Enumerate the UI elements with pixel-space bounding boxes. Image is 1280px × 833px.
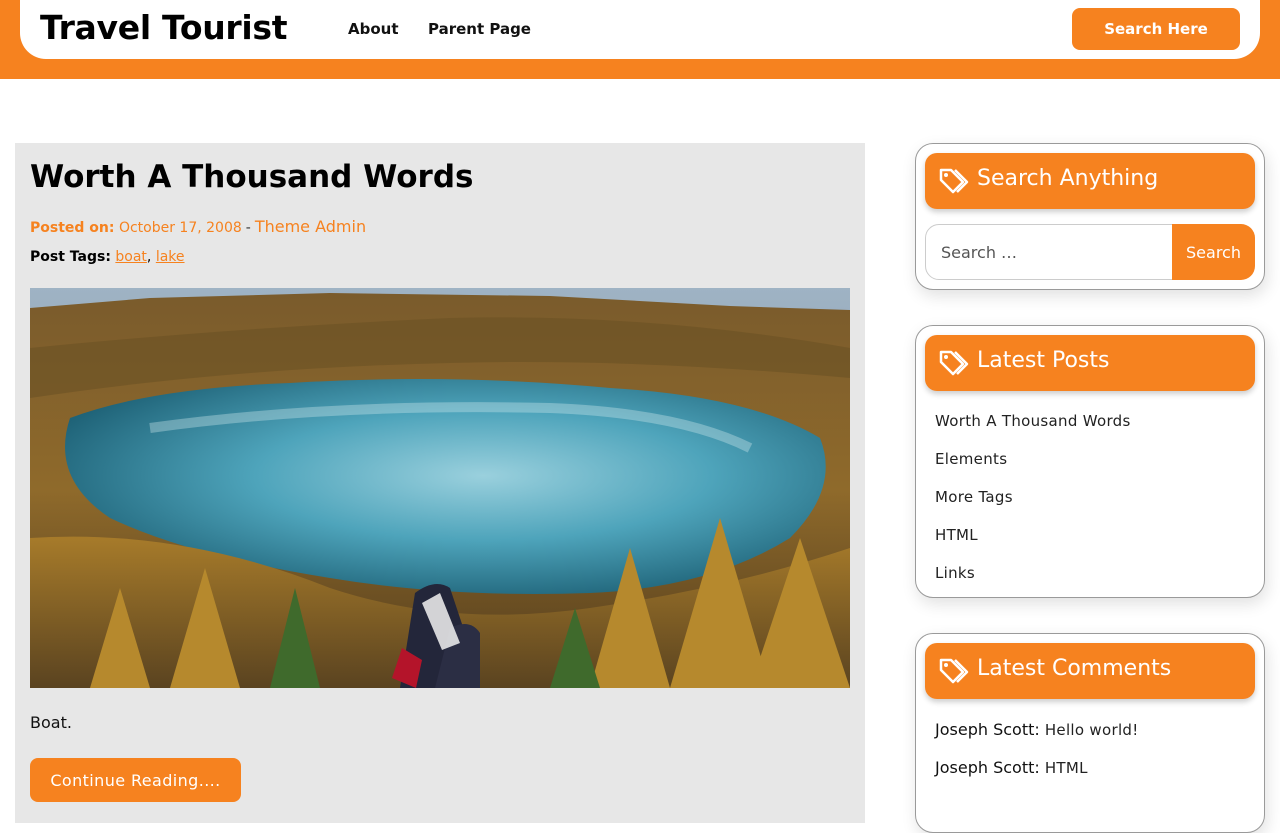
latest-comments-widget: Latest Comments Joseph Scott: Hello worl… [915, 633, 1265, 833]
latest-post-link[interactable]: Links [935, 564, 1131, 602]
comment-post-link[interactable]: HTML [1045, 759, 1088, 777]
post-featured-image[interactable] [30, 288, 850, 688]
latest-post-link[interactable]: Worth A Thousand Words [935, 412, 1131, 450]
latest-comments-title: Latest Comments [977, 656, 1172, 681]
latest-post-link[interactable]: Elements [935, 450, 1131, 488]
site-title[interactable]: Travel Tourist [40, 8, 288, 47]
search-widget-header: Search Anything [925, 153, 1255, 209]
nav-item-about[interactable]: About [348, 20, 399, 38]
tag-link-lake[interactable]: lake [156, 249, 185, 265]
latest-post-link[interactable]: More Tags [935, 488, 1131, 526]
latest-posts-list: Worth A Thousand Words Elements More Tag… [935, 412, 1131, 602]
comment-author: Joseph Scott: [935, 758, 1040, 777]
post-tags: Post Tags: boat, lake [30, 249, 185, 265]
continue-reading-button[interactable]: Continue Reading.... [30, 758, 241, 802]
tag-link-boat[interactable]: boat [115, 249, 147, 265]
comment-item: Joseph Scott: HTML [935, 758, 1139, 796]
latest-comments-list: Joseph Scott: Hello world! Joseph Scott:… [935, 720, 1139, 796]
sidebar-search-input[interactable]: Search … [925, 224, 1173, 280]
post-card: Worth A Thousand Words Posted on: Octobe… [15, 143, 865, 823]
tag-icon [939, 350, 969, 376]
comment-item: Joseph Scott: Hello world! [935, 720, 1139, 758]
post-date[interactable]: October 17, 2008 [119, 220, 242, 236]
site-header: Travel Tourist About Parent Page Search … [20, 0, 1260, 59]
latest-posts-header: Latest Posts [925, 335, 1255, 391]
search-widget-title: Search Anything [977, 166, 1159, 191]
meta-separator: - [245, 220, 251, 236]
post-author[interactable]: Theme Admin [255, 217, 366, 236]
latest-posts-title: Latest Posts [977, 348, 1110, 373]
latest-comments-header: Latest Comments [925, 643, 1255, 699]
search-here-button[interactable]: Search Here [1072, 8, 1240, 50]
search-widget: Search Anything Search … Search [915, 143, 1265, 290]
posted-on-label: Posted on: [30, 220, 115, 236]
comment-author: Joseph Scott: [935, 720, 1040, 739]
post-tags-label: Post Tags: [30, 249, 111, 265]
tag-separator: , [146, 249, 152, 265]
post-meta: Posted on: October 17, 2008- Theme Admin [30, 217, 366, 236]
tag-icon [939, 658, 969, 684]
sidebar-search-button[interactable]: Search [1172, 224, 1255, 280]
latest-post-link[interactable]: HTML [935, 526, 1131, 564]
post-title[interactable]: Worth A Thousand Words [30, 159, 473, 195]
nav-item-parent-page[interactable]: Parent Page [428, 20, 531, 38]
comment-post-link[interactable]: Hello world! [1045, 721, 1139, 739]
tag-icon [939, 168, 969, 194]
post-excerpt: Boat. [30, 713, 72, 732]
latest-posts-widget: Latest Posts Worth A Thousand Words Elem… [915, 325, 1265, 598]
